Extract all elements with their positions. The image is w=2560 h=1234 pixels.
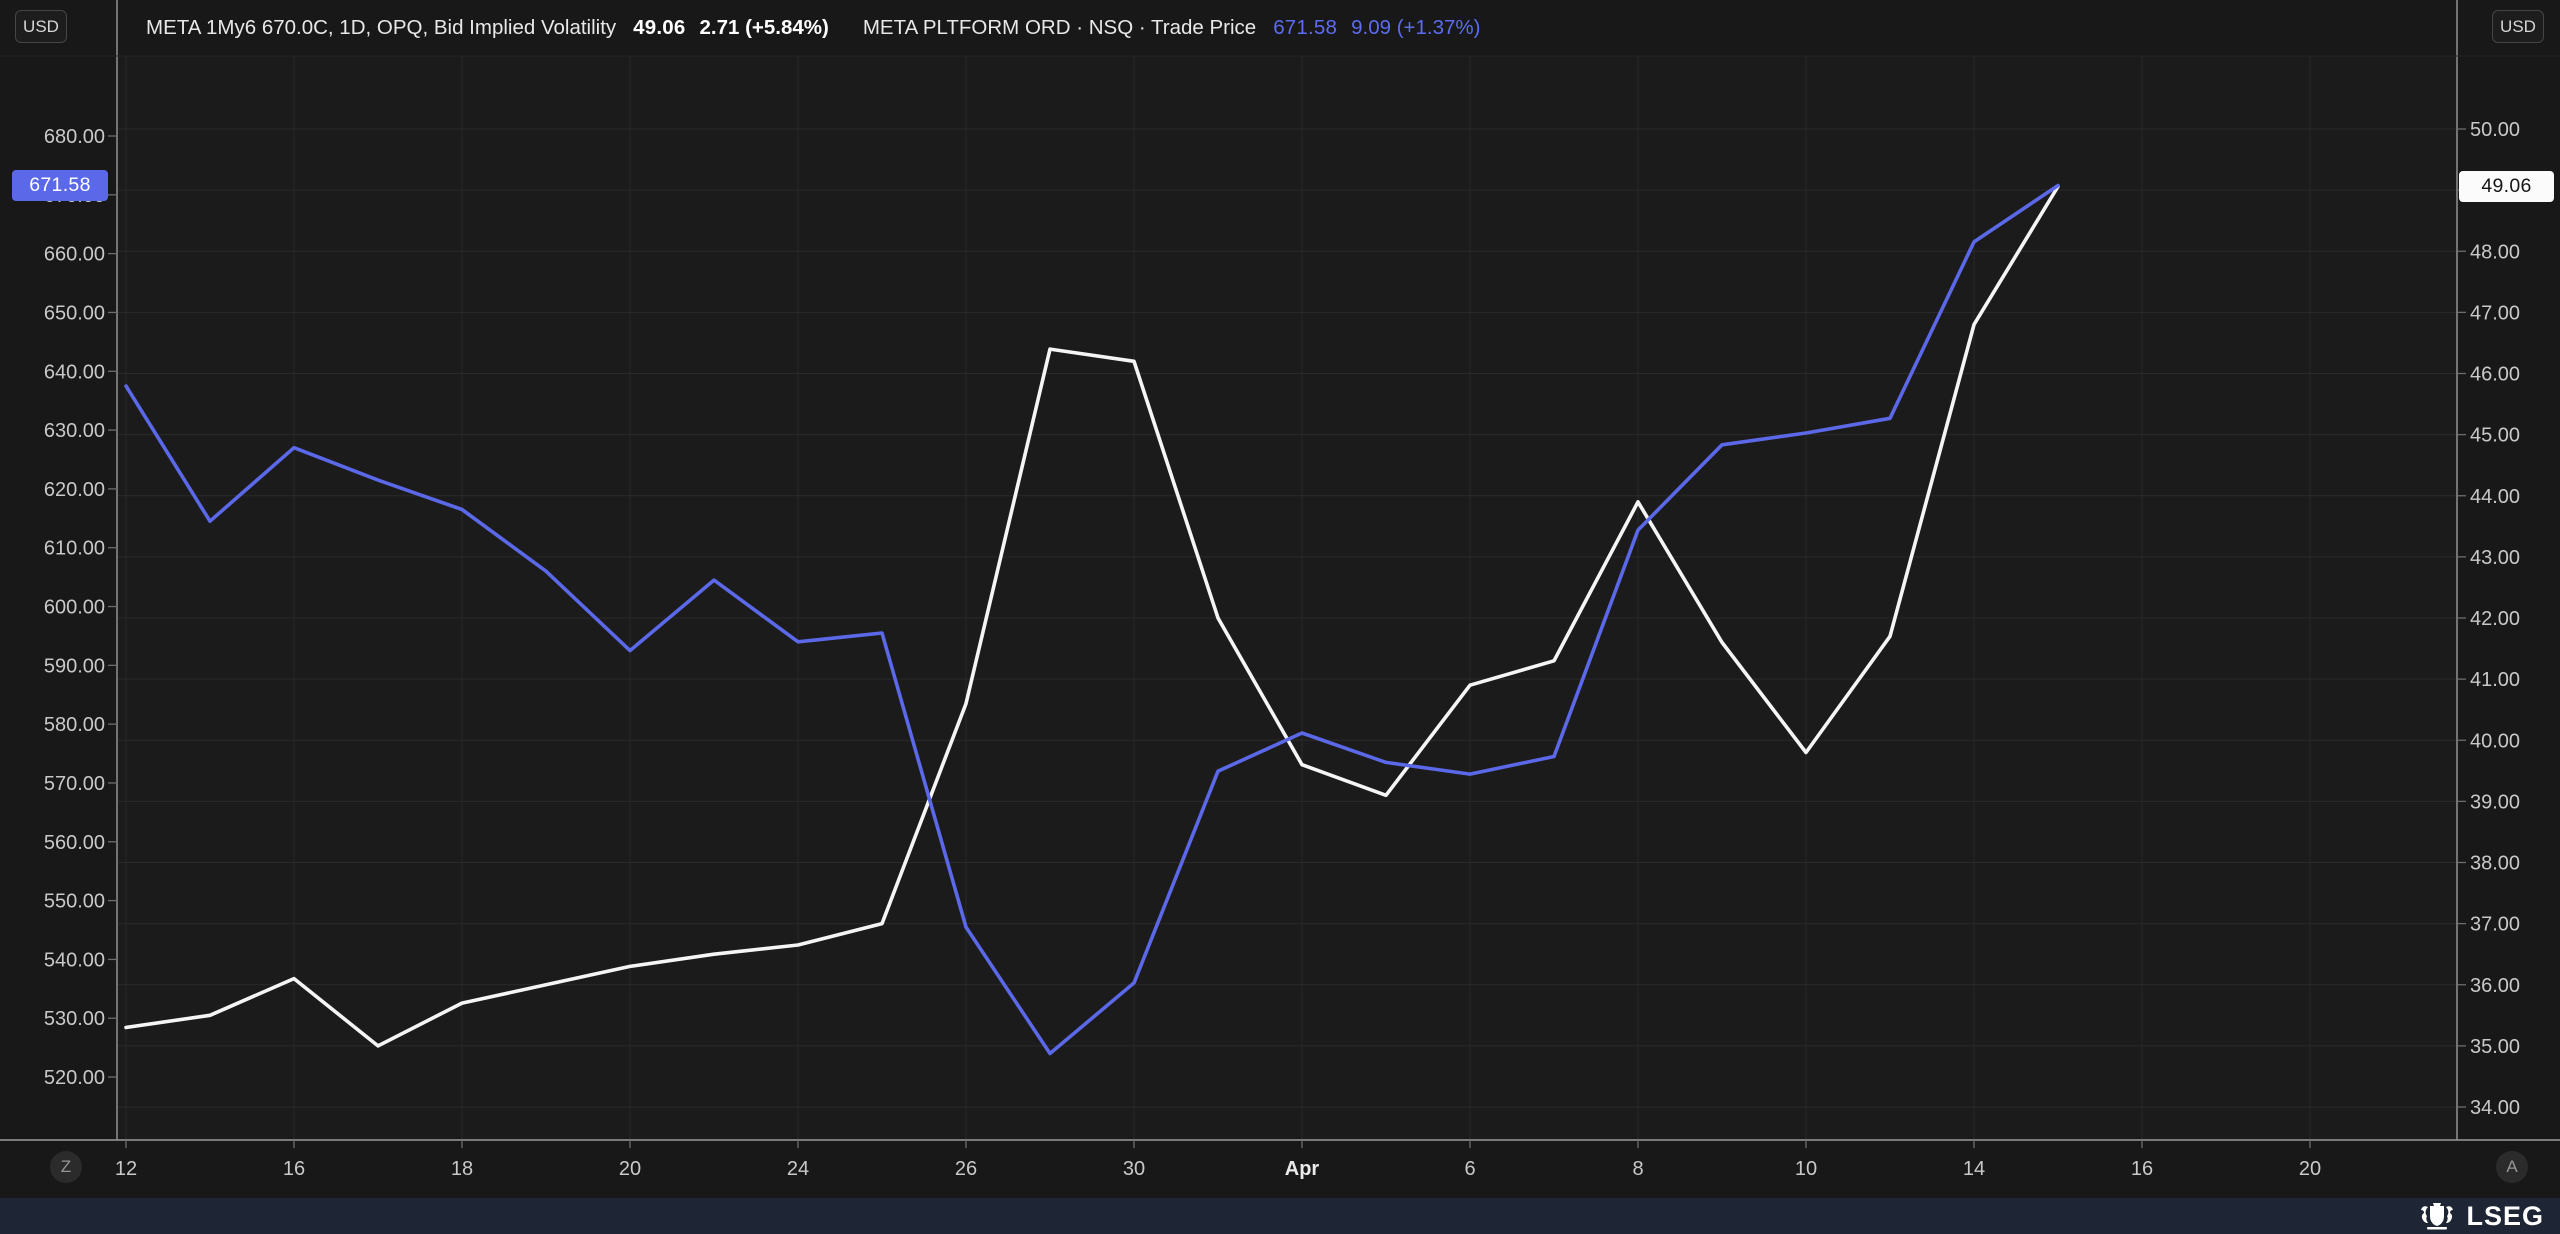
x-axis-label: 16 — [283, 1158, 305, 1180]
right-axis-currency-button[interactable]: USD — [2492, 10, 2544, 43]
left-axis-tick-label: 550.00 — [44, 891, 105, 913]
right-axis-tick-label: 35.00 — [2470, 1036, 2520, 1058]
legend-trade-price[interactable]: META PLTFORM ORD · NSQ · Trade Price — [863, 16, 1256, 40]
right-axis-tick-label: 38.00 — [2470, 853, 2520, 875]
zoom-button[interactable]: Z — [50, 1151, 82, 1183]
right-axis-tick-label: 46.00 — [2470, 364, 2520, 386]
x-axis-label: 30 — [1123, 1158, 1145, 1180]
right-axis-tick-label: 34.00 — [2470, 1097, 2520, 1119]
right-axis-tick-label: 43.00 — [2470, 547, 2520, 569]
right-axis-tick-label: 48.00 — [2470, 241, 2520, 263]
lseg-chart-app: 520.00 530.00 540.00 550.00 560.00 570.00 580.… — [0, 0, 2560, 1234]
right-axis-tick-label: 37.00 — [2470, 914, 2520, 936]
right-axis-tick-label: 47.00 — [2470, 302, 2520, 324]
x-axis-label: 18 — [451, 1158, 473, 1180]
chart-legend: META 1My6 670.0C, 1D, OPQ, Bid Implied V… — [146, 0, 1480, 56]
right-axis-tick-label: 41.00 — [2470, 669, 2520, 691]
right-axis-tick-label: 39.00 — [2470, 791, 2520, 813]
x-axis-label: Apr — [1285, 1158, 1320, 1180]
right-axis-tick-label: 44.00 — [2470, 486, 2520, 508]
current-price-badge: 671.58 — [12, 170, 108, 201]
left-axis-tick-label: 530.00 — [44, 1008, 105, 1030]
left-axis-tick-label: 590.00 — [44, 655, 105, 677]
left-axis-tick-label: 660.00 — [44, 244, 105, 266]
right-axis-tick-label: 36.00 — [2470, 975, 2520, 997]
left-axis-currency-button[interactable]: USD — [15, 10, 67, 43]
x-axis-label: 20 — [619, 1158, 641, 1180]
x-axis-label: 20 — [2299, 1158, 2321, 1180]
x-axis-label: 10 — [1795, 1158, 1817, 1180]
plot-area — [117, 56, 2457, 1140]
current-iv-badge: 49.06 — [2459, 171, 2554, 202]
left-axis-tick-label: 610.00 — [44, 538, 105, 560]
left-axis-tick-label: 650.00 — [44, 302, 105, 324]
x-axis-label: 16 — [2131, 1158, 2153, 1180]
left-axis-tick-label: 640.00 — [44, 361, 105, 383]
left-axis-tick-label: 580.00 — [44, 714, 105, 736]
left-axis-tick-label: 560.00 — [44, 832, 105, 854]
implied-volatility-change: 2.71 (+5.84%) — [699, 16, 828, 40]
footer-bar: LSEG — [0, 1198, 2560, 1234]
right-axis-tick-label: 42.00 — [2470, 608, 2520, 630]
x-axis-label: 14 — [1963, 1158, 1985, 1180]
trade-price-last-value: 671.58 — [1273, 16, 1337, 40]
x-axis-label: 6 — [1464, 1158, 1475, 1180]
legend-implied-volatility[interactable]: META 1My6 670.0C, 1D, OPQ, Bid Implied V… — [146, 16, 616, 40]
left-axis-tick-label: 600.00 — [44, 597, 105, 619]
right-axis-tick-label: 40.00 — [2470, 730, 2520, 752]
lseg-logo-text: LSEG — [2466, 1201, 2544, 1232]
trade-price-change: 9.09 (+1.37%) — [1351, 16, 1480, 40]
left-axis-tick-label: 570.00 — [44, 773, 105, 795]
x-axis-label: 12 — [115, 1158, 137, 1180]
right-axis-tick-label: 45.00 — [2470, 425, 2520, 447]
price-volatility-chart: 520.00 530.00 540.00 550.00 560.00 570.00 580.… — [0, 0, 2560, 1234]
left-axis-tick-label: 630.00 — [44, 420, 105, 442]
right-axis-tick-label: 50.00 — [2470, 119, 2520, 141]
x-axis-label: 24 — [787, 1158, 809, 1180]
left-axis-tick-label: 680.00 — [44, 126, 105, 148]
implied-volatility-last-value: 49.06 — [633, 16, 685, 40]
auto-scale-button[interactable]: A — [2496, 1151, 2528, 1183]
x-axis-label: 26 — [955, 1158, 977, 1180]
left-axis-tick-label: 540.00 — [44, 949, 105, 971]
lseg-crest-icon — [2417, 1201, 2457, 1231]
x-axis-label: 8 — [1632, 1158, 1643, 1180]
chart-header: USD META 1My6 670.0C, 1D, OPQ, Bid Impli… — [0, 0, 2560, 56]
left-axis-tick-label: 520.00 — [44, 1067, 105, 1089]
left-axis-tick-label: 620.00 — [44, 479, 105, 501]
